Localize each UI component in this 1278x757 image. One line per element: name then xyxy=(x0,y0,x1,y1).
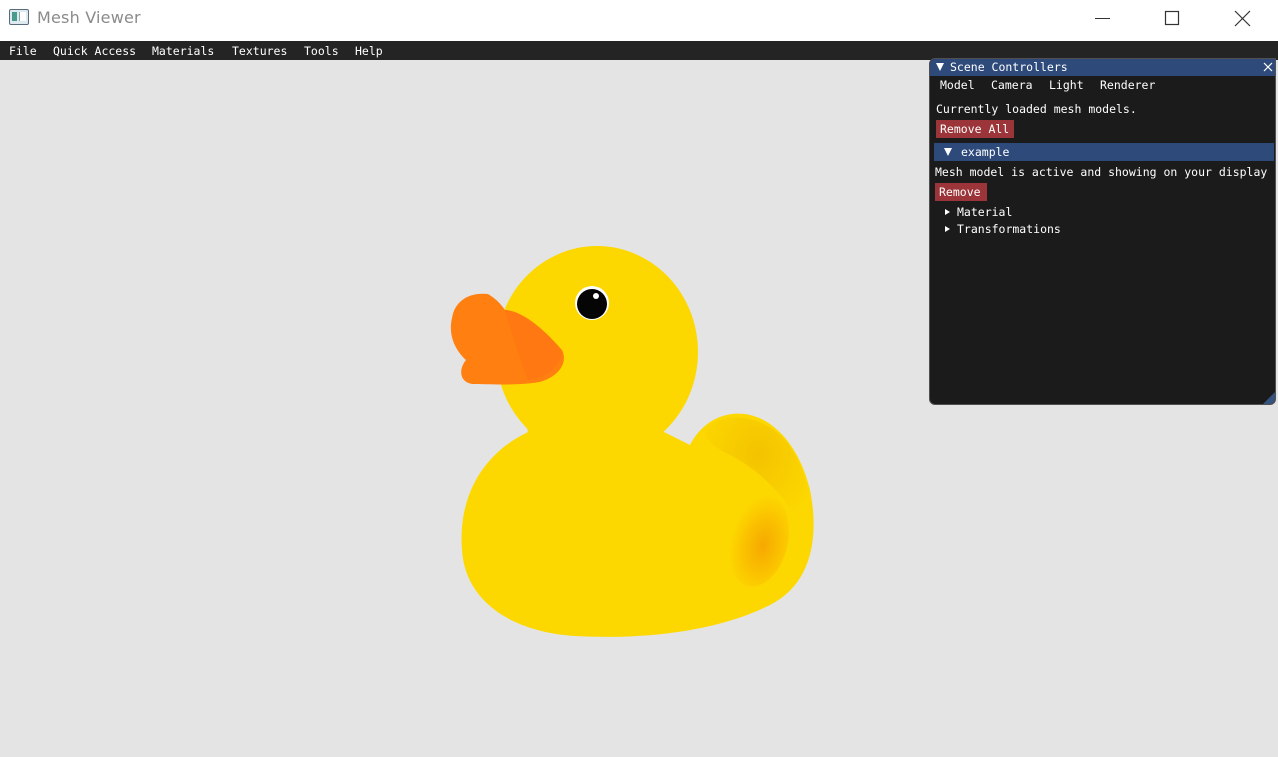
expand-arrow-icon xyxy=(944,148,952,156)
window-title: Mesh Viewer xyxy=(37,8,141,27)
close-icon xyxy=(1234,10,1251,27)
section-transformations[interactable]: Transformations xyxy=(942,222,1142,238)
remove-model-label: Remove xyxy=(939,185,981,199)
menu-tools[interactable]: Tools xyxy=(304,44,339,58)
panel-header[interactable]: Scene Controllers xyxy=(930,59,1275,76)
chevron-right-icon xyxy=(945,226,950,232)
maximize-button[interactable] xyxy=(1149,0,1195,38)
menu-quick-access[interactable]: Quick Access xyxy=(53,44,136,58)
menu-materials[interactable]: Materials xyxy=(152,44,214,58)
minimize-icon xyxy=(1095,18,1110,19)
resize-grip[interactable] xyxy=(1263,392,1275,404)
collapse-arrow-icon[interactable] xyxy=(936,63,944,71)
model-tree-node-example[interactable]: example xyxy=(934,143,1274,161)
remove-all-button[interactable]: Remove All xyxy=(936,120,1014,138)
menu-file[interactable]: File xyxy=(9,44,37,58)
tab-model[interactable]: Model xyxy=(940,78,975,92)
section-transformations-label: Transformations xyxy=(957,222,1061,236)
section-material[interactable]: Material xyxy=(942,205,1142,221)
loaded-models-text: Currently loaded mesh models. xyxy=(936,102,1137,116)
tab-renderer[interactable]: Renderer xyxy=(1100,78,1155,92)
close-button[interactable] xyxy=(1219,0,1265,38)
chevron-right-icon xyxy=(945,209,950,215)
panel-close-icon[interactable] xyxy=(1263,62,1273,72)
menu-help[interactable]: Help xyxy=(355,44,383,58)
menu-textures[interactable]: Textures xyxy=(232,44,287,58)
minimize-button[interactable] xyxy=(1079,0,1125,38)
scene-controllers-panel[interactable]: Scene Controllers Model Camera Light Ren… xyxy=(929,58,1276,405)
section-material-label: Material xyxy=(957,205,1013,219)
title-bar: Mesh Viewer xyxy=(0,0,1278,41)
app-window-icon xyxy=(9,9,29,25)
tab-camera[interactable]: Camera xyxy=(991,78,1033,92)
maximize-icon xyxy=(1164,10,1180,26)
panel-title: Scene Controllers xyxy=(950,60,1068,74)
remove-model-button[interactable]: Remove xyxy=(935,183,987,201)
tab-light[interactable]: Light xyxy=(1049,78,1084,92)
model-name: example xyxy=(961,145,1010,159)
model-status-text: Mesh model is active and showing on your… xyxy=(935,165,1268,179)
remove-all-label: Remove All xyxy=(940,122,1010,136)
